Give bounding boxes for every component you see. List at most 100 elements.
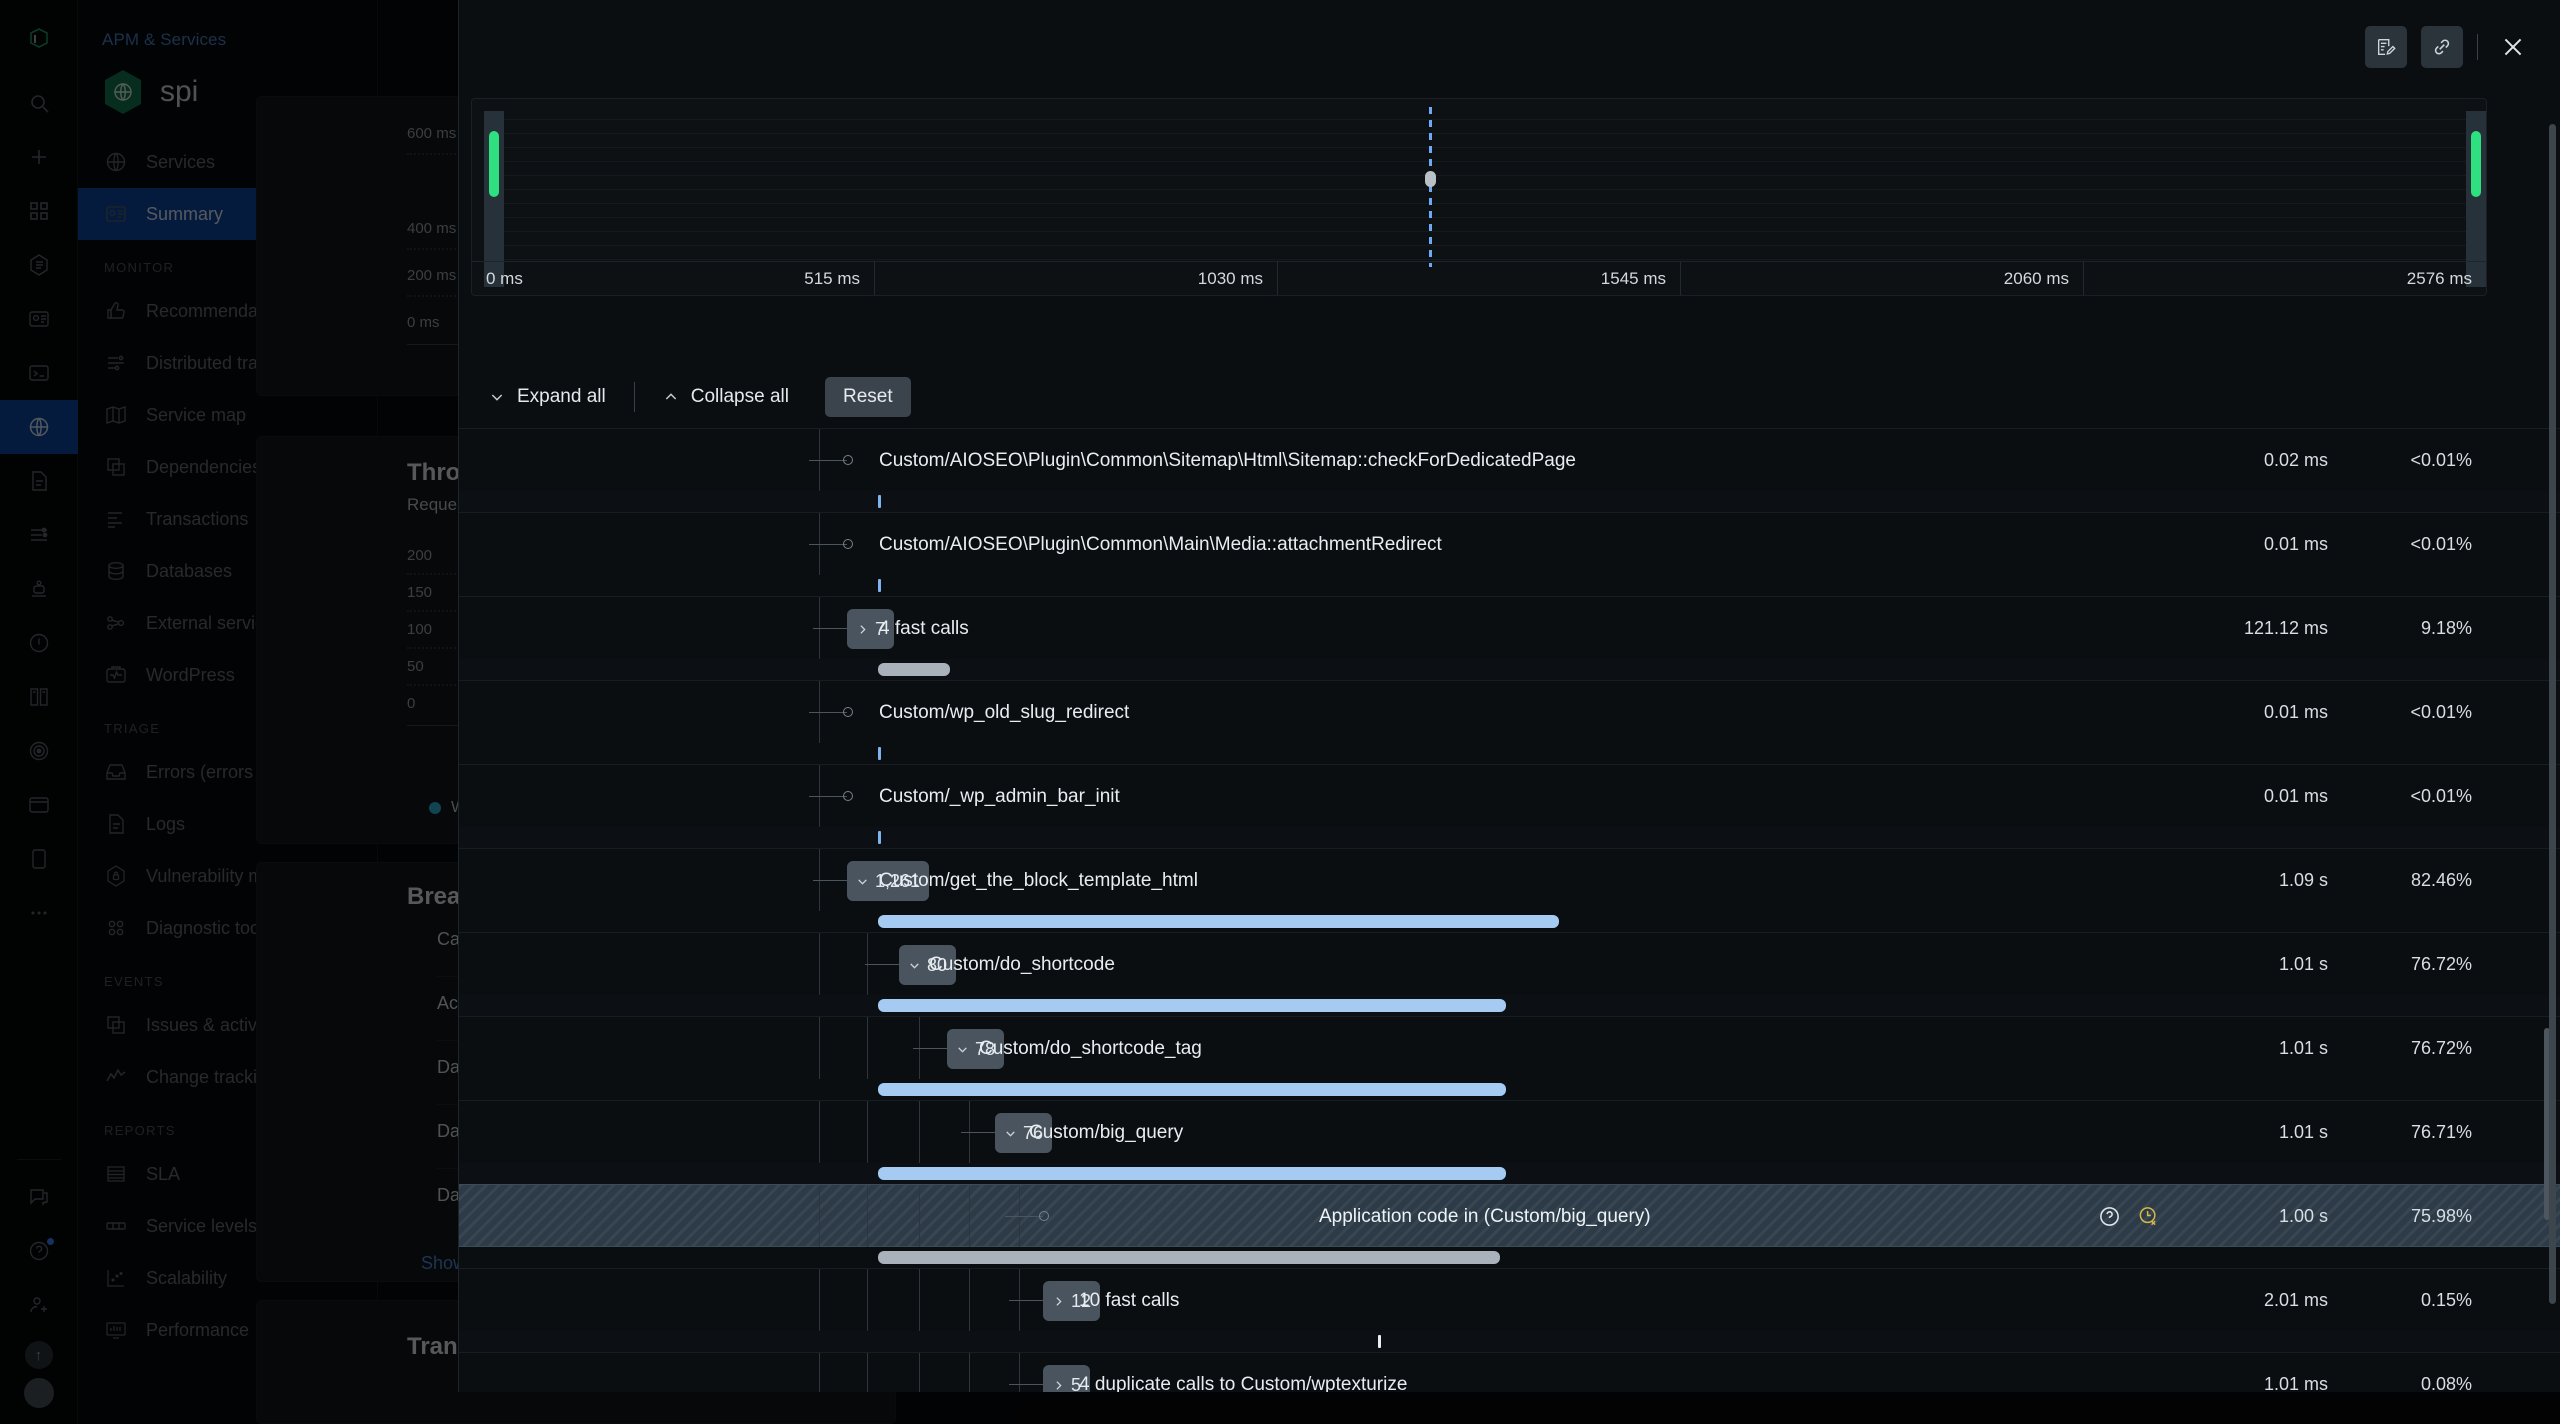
modal-header xyxy=(459,0,2560,92)
handle-grip xyxy=(489,131,499,197)
chevron-down-icon xyxy=(856,875,869,888)
trace-table[interactable]: Custom/AIOSEO\Plugin\Common\Sitemap\Html… xyxy=(459,428,2560,1392)
table-row[interactable]: Application code in (Custom/big_query)1.… xyxy=(459,1184,2560,1247)
span-duration: 121.12 ms xyxy=(2244,597,2328,660)
chevron-down-icon xyxy=(489,389,505,405)
tree-connector xyxy=(1009,1300,1043,1301)
tree-node-dot[interactable] xyxy=(843,791,853,801)
waterfall-bar[interactable] xyxy=(878,1083,1506,1096)
tree-guide xyxy=(819,933,820,996)
toolbar-separator xyxy=(634,382,635,412)
ruler-segment: 0 ms 515 ms xyxy=(472,262,875,295)
tree-guide xyxy=(867,1185,868,1248)
table-row[interactable]: Custom/_wp_admin_bar_init0.01 ms<0.01% xyxy=(459,764,2560,827)
waterfall-bar[interactable] xyxy=(878,831,881,844)
help-icon[interactable] xyxy=(2098,1205,2121,1228)
waterfall-bar[interactable] xyxy=(878,747,881,760)
ruler-tick-1545: 1545 ms xyxy=(1601,269,1666,289)
table-row[interactable]: 1210 fast calls2.01 ms0.15% xyxy=(459,1268,2560,1331)
span-percent: <0.01% xyxy=(2410,429,2472,492)
chevron-down-icon xyxy=(956,1043,969,1056)
reset-button[interactable]: Reset xyxy=(825,377,911,417)
tree-connector xyxy=(1009,1384,1043,1385)
tree-guide xyxy=(919,1185,920,1248)
tree-guide xyxy=(919,1101,920,1164)
waterfall-bar[interactable] xyxy=(878,915,1559,928)
waterfall-strip xyxy=(459,1163,2560,1184)
span-name: 4 duplicate calls to Custom/wptexturize xyxy=(1079,1353,1407,1392)
span-percent: 75.98% xyxy=(2411,1185,2472,1248)
waterfall-strip xyxy=(459,1331,2560,1352)
waterfall-bar[interactable] xyxy=(878,1251,1500,1264)
ruler-segment: 2576 ms xyxy=(2084,262,2486,295)
tree-node-dot[interactable] xyxy=(843,539,853,549)
span-name: Custom/get_the_block_template_html xyxy=(879,849,1198,912)
handle-grip xyxy=(2471,131,2481,197)
tree-connector xyxy=(1005,1216,1043,1217)
span-percent: 76.71% xyxy=(2411,1101,2472,1164)
span-duration: 1.01 ms xyxy=(2264,1353,2328,1392)
tree-connector xyxy=(961,1132,995,1133)
tree-guide xyxy=(867,1269,868,1332)
waterfall-strip xyxy=(459,911,2560,932)
span-percent: <0.01% xyxy=(2410,681,2472,744)
trace-toolbar: Expand all Collapse all Reset xyxy=(471,368,2487,426)
waterfall-strip xyxy=(459,659,2560,680)
cursor-knob[interactable] xyxy=(1425,171,1436,187)
span-duration: 0.01 ms xyxy=(2264,681,2328,744)
ruler-tick-515: 515 ms xyxy=(804,269,860,289)
link-icon[interactable] xyxy=(2421,26,2463,68)
span-name: Custom/do_shortcode_tag xyxy=(979,1017,1202,1080)
close-icon[interactable] xyxy=(2492,26,2534,68)
page-scrollbar[interactable] xyxy=(2549,124,2556,1304)
span-duration: 0.02 ms xyxy=(2264,429,2328,492)
tree-connector xyxy=(809,544,847,545)
span-name: Application code in (Custom/big_query) xyxy=(1319,1185,1651,1248)
waterfall-bar[interactable] xyxy=(878,999,1506,1012)
minimap-cursor[interactable] xyxy=(1429,107,1432,267)
span-name: Custom/wp_old_slug_redirect xyxy=(879,681,1129,744)
chevron-down-icon xyxy=(908,959,921,972)
tree-guide xyxy=(867,1017,868,1080)
expand-all-button[interactable]: Expand all xyxy=(471,377,624,417)
span-name: 10 fast calls xyxy=(1079,1269,1179,1332)
waterfall-strip xyxy=(459,575,2560,596)
span-duration: 1.01 s xyxy=(2279,933,2328,996)
collapse-all-label: Collapse all xyxy=(691,386,789,408)
ruler-segment: 2060 ms xyxy=(1681,262,2084,295)
tree-guide xyxy=(819,1101,820,1164)
waterfall-bar[interactable] xyxy=(1378,1335,1381,1348)
table-row[interactable]: 76Custom/big_query1.01 s76.71% xyxy=(459,1100,2560,1163)
span-name: Custom/AIOSEO\Plugin\Common\Sitemap\Html… xyxy=(879,429,1576,492)
reset-label: Reset xyxy=(843,386,893,408)
waterfall-bar[interactable] xyxy=(878,663,950,676)
tree-node-dot[interactable] xyxy=(1039,1211,1049,1221)
tree-node-dot[interactable] xyxy=(843,707,853,717)
table-row[interactable]: Custom/AIOSEO\Plugin\Common\Main\Media::… xyxy=(459,512,2560,575)
waterfall-bar[interactable] xyxy=(878,1167,1506,1180)
clock-x-icon[interactable] xyxy=(2137,1205,2160,1228)
table-row[interactable]: 54 duplicate calls to Custom/wptexturize… xyxy=(459,1352,2560,1392)
waterfall-strip xyxy=(459,1247,2560,1268)
table-row[interactable]: 80Custom/do_shortcode1.01 s76.72% xyxy=(459,932,2560,995)
table-row[interactable]: 74 fast calls121.12 ms9.18% xyxy=(459,596,2560,659)
trace-minimap[interactable]: 0 ms 515 ms 1030 ms 1545 ms 2060 ms 2576… xyxy=(471,98,2487,296)
collapse-all-button[interactable]: Collapse all xyxy=(645,377,807,417)
span-percent: 76.72% xyxy=(2411,1017,2472,1080)
table-row[interactable]: Custom/AIOSEO\Plugin\Common\Sitemap\Html… xyxy=(459,428,2560,491)
table-row[interactable]: Custom/wp_old_slug_redirect 0.01 ms <0.01% xyxy=(459,680,2560,743)
ruler-segment: 1545 ms xyxy=(1278,262,1681,295)
waterfall-bar[interactable] xyxy=(878,495,881,508)
tree-connector xyxy=(809,460,847,461)
waterfall-strip xyxy=(459,827,2560,848)
waterfall-bar[interactable] xyxy=(878,579,881,592)
table-row[interactable]: 78Custom/do_shortcode_tag1.01 s76.72% xyxy=(459,1016,2560,1079)
waterfall-strip xyxy=(459,743,2560,764)
tree-node-dot[interactable] xyxy=(843,455,853,465)
chevron-right-icon xyxy=(1052,1295,1065,1308)
annotate-icon[interactable] xyxy=(2365,26,2407,68)
waterfall-strip xyxy=(459,1079,2560,1100)
tree-guide xyxy=(867,1353,868,1392)
tree-guide xyxy=(919,1353,920,1392)
table-row[interactable]: 1,261Custom/get_the_block_template_html1… xyxy=(459,848,2560,911)
